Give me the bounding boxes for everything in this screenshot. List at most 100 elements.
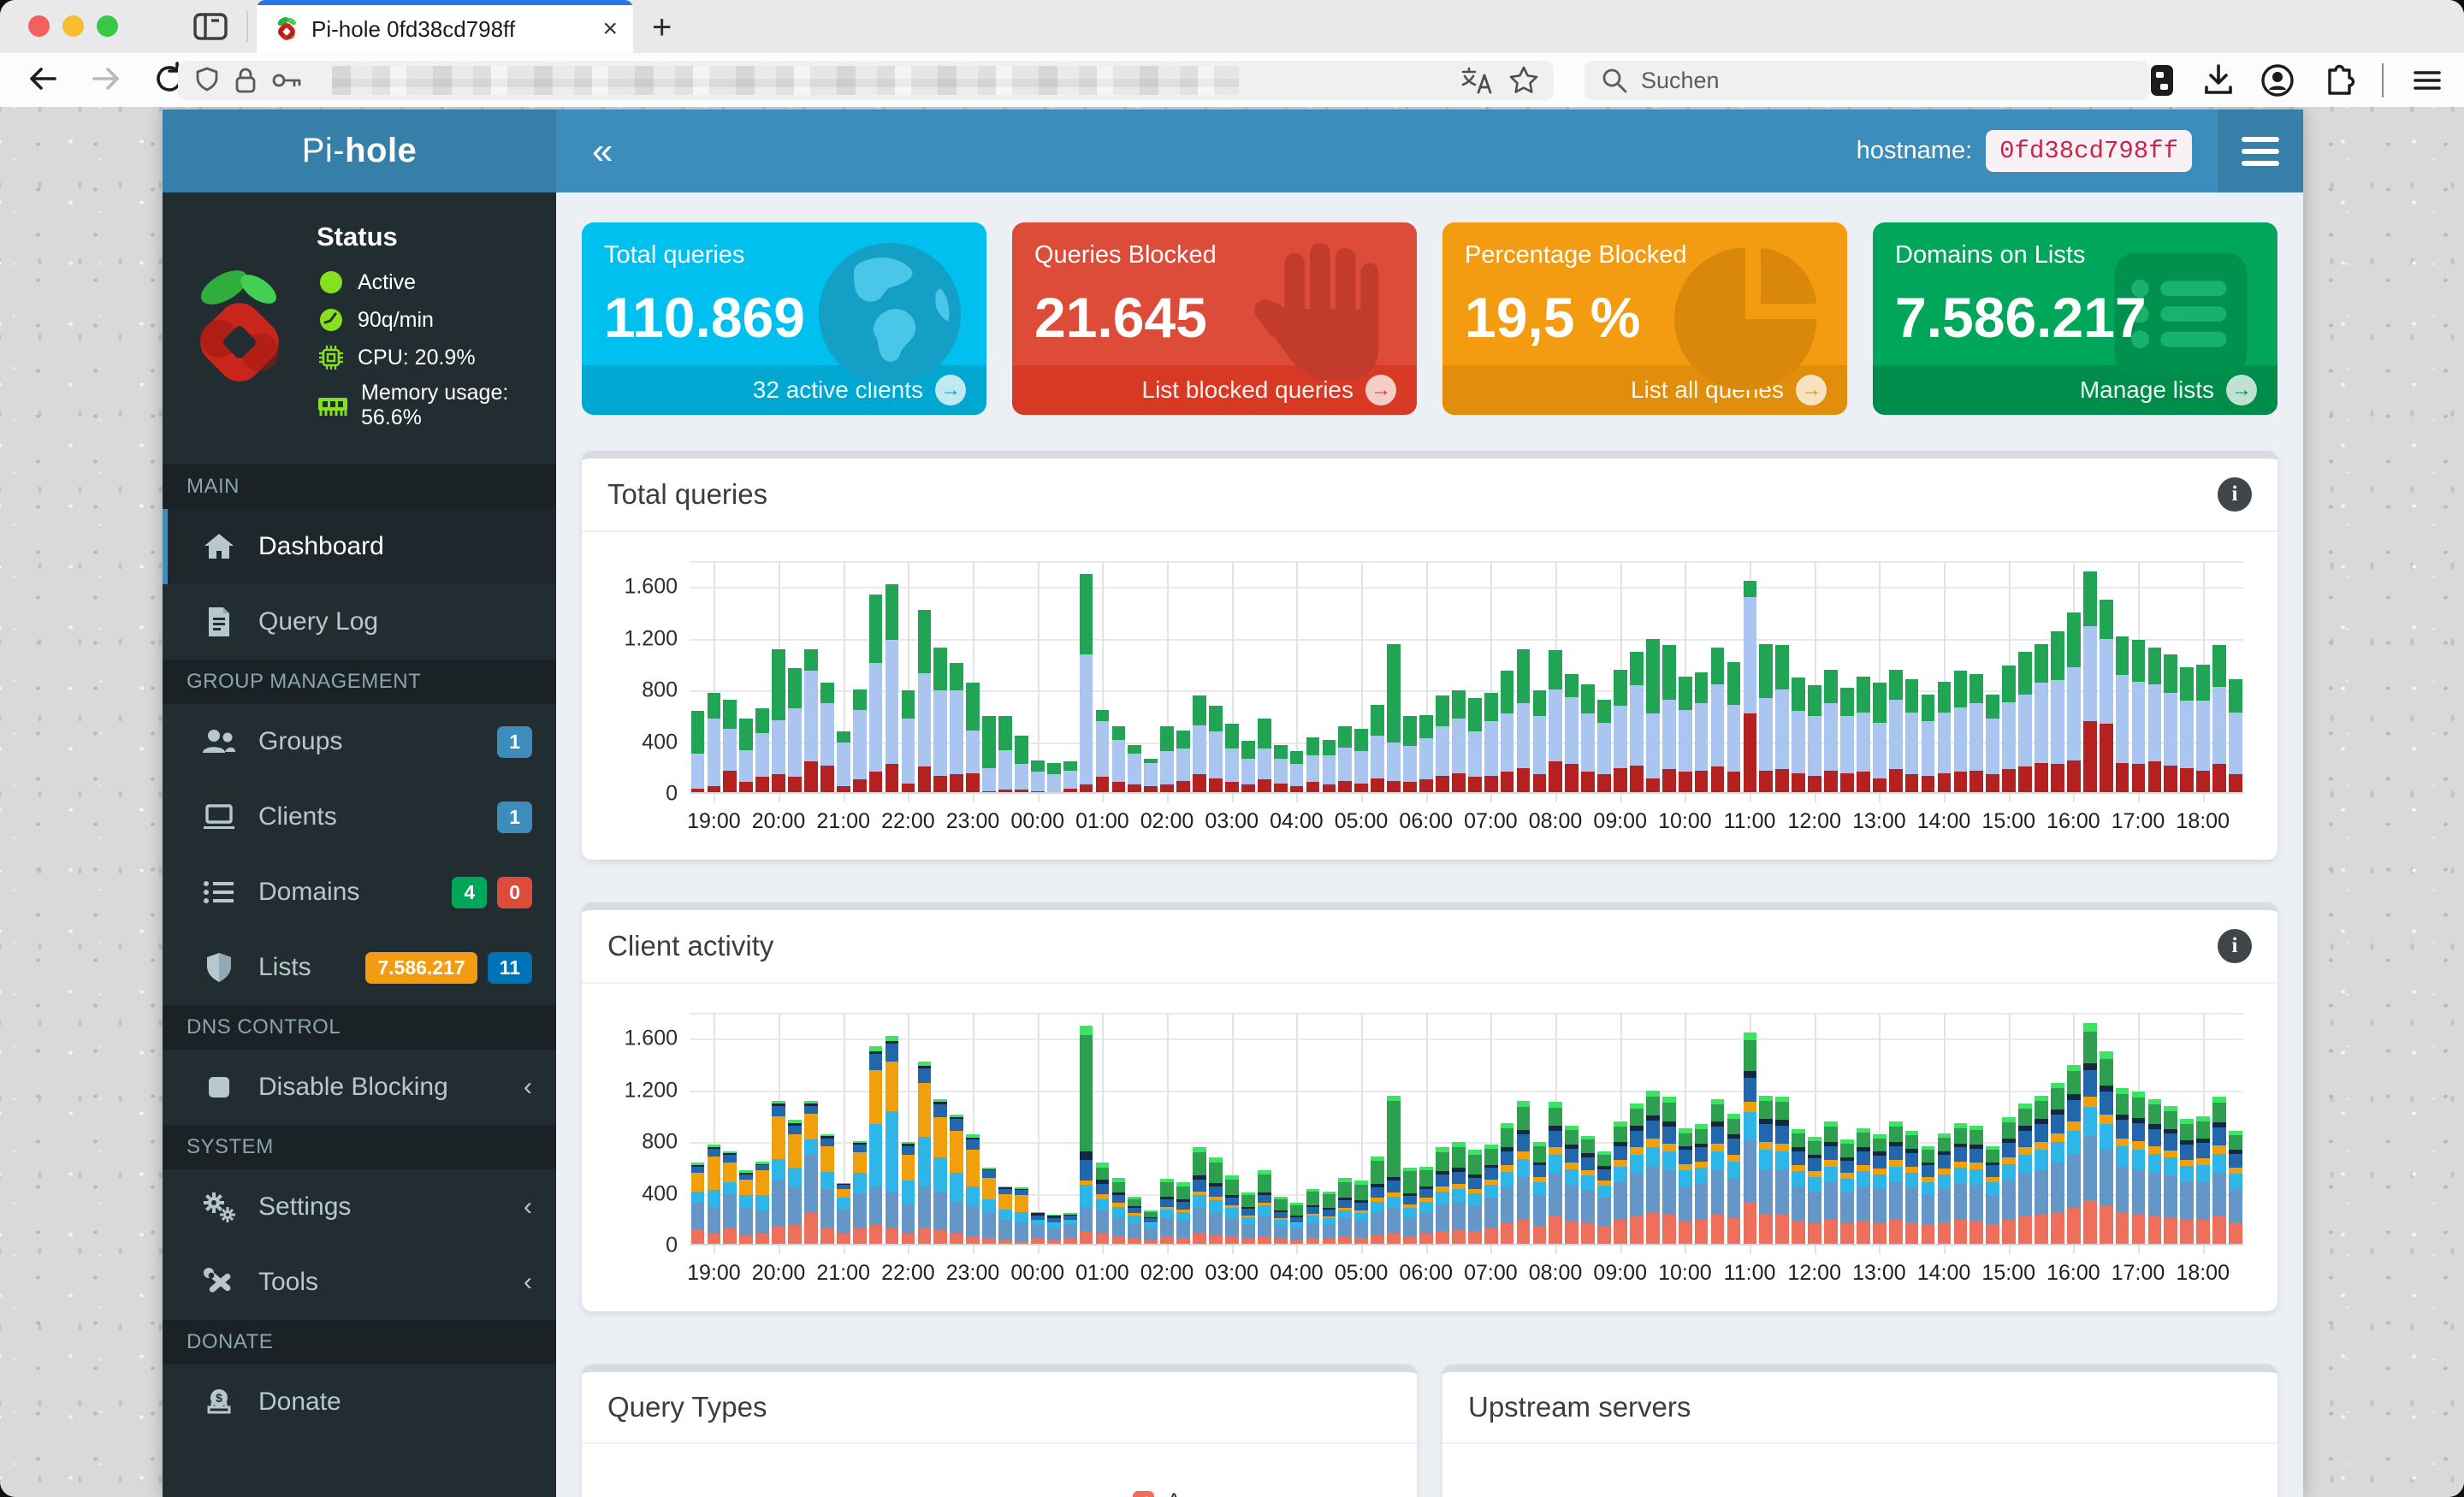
chart-bar[interactable]	[1661, 645, 1677, 794]
chart-bar[interactable]	[1726, 1113, 1742, 1246]
chart-bar[interactable]	[1774, 645, 1791, 794]
chart-bar[interactable]	[1515, 1100, 1531, 1246]
chart-bar[interactable]	[2147, 648, 2163, 794]
chart-bar[interactable]	[1192, 1147, 1208, 1246]
chart-bar[interactable]	[1386, 1095, 1402, 1246]
sidebar-item-clients[interactable]: Clients 1	[163, 779, 556, 855]
chart-bar[interactable]	[1466, 1150, 1483, 1246]
account-icon[interactable]	[2259, 62, 2296, 99]
chart-bar[interactable]	[868, 1046, 884, 1246]
chart-bar[interactable]	[1386, 643, 1402, 794]
chart-bar[interactable]	[1045, 1214, 1062, 1246]
chart-bar[interactable]	[2082, 1023, 2098, 1246]
chart-bar[interactable]	[1223, 724, 1240, 794]
chart-bar[interactable]	[1288, 1203, 1305, 1246]
chart-bar[interactable]	[1644, 1090, 1661, 1246]
chart-bar[interactable]	[1094, 709, 1111, 794]
chart-bar[interactable]	[771, 648, 787, 794]
chart-bar[interactable]	[1515, 648, 1531, 794]
chart-bar[interactable]	[1871, 683, 1887, 794]
chart-bar[interactable]	[1823, 669, 1839, 794]
chart-bar[interactable]	[1855, 676, 1871, 794]
chart-bar[interactable]	[1952, 671, 1969, 794]
chart-bar[interactable]	[2212, 645, 2228, 794]
chart-bar[interactable]	[1223, 1175, 1240, 1246]
chart-bar[interactable]	[1499, 671, 1515, 794]
chart-bar[interactable]	[1143, 759, 1159, 794]
chart-bar[interactable]	[1272, 1196, 1288, 1246]
chart-bar[interactable]	[1466, 698, 1483, 794]
chart-bar[interactable]	[1548, 1102, 1564, 1246]
chart-bar[interactable]	[1111, 726, 1127, 794]
new-tab-button[interactable]: +	[652, 9, 672, 47]
chart-bar[interactable]	[1078, 574, 1094, 794]
chart-bar[interactable]	[1418, 714, 1434, 794]
chart-bar[interactable]	[803, 648, 819, 794]
chart-bar[interactable]	[1596, 1151, 1613, 1246]
chart-bar[interactable]	[1758, 643, 1774, 794]
chart-bar[interactable]	[1192, 695, 1208, 794]
chart-bar[interactable]	[1062, 1213, 1078, 1246]
chart-bar[interactable]	[2001, 666, 2017, 794]
chart-bar[interactable]	[1887, 1121, 1904, 1246]
chart-bar[interactable]	[900, 690, 916, 794]
chart-bar[interactable]	[2147, 1099, 2163, 1246]
chart-bar[interactable]	[1985, 694, 2001, 794]
chart-bar[interactable]	[1029, 1211, 1045, 1246]
url-bar[interactable]	[178, 61, 1554, 100]
chart-bar[interactable]	[755, 708, 771, 794]
chart-bar[interactable]	[1159, 726, 1176, 794]
chart-bar[interactable]	[1176, 730, 1192, 794]
chart-bar[interactable]	[1613, 669, 1629, 794]
chart-bar[interactable]	[1904, 1130, 1920, 1246]
tab-close-icon[interactable]: ×	[602, 16, 618, 42]
chart-bar[interactable]	[1936, 681, 1952, 794]
chart-bar[interactable]	[819, 683, 835, 794]
chart-bar[interactable]	[1256, 1170, 1272, 1246]
sidebar-item-settings[interactable]: Settings ‹	[163, 1169, 556, 1245]
chart-bar[interactable]	[1305, 1188, 1321, 1246]
chart-bar[interactable]	[1062, 761, 1078, 794]
chart-bar[interactable]	[1208, 1157, 1224, 1246]
chart-bar[interactable]	[771, 1100, 787, 1246]
chart-bar[interactable]	[1305, 737, 1321, 794]
macos-window-controls[interactable]	[28, 15, 118, 37]
chart-bar[interactable]	[1353, 729, 1370, 794]
chart-bar[interactable]	[690, 1163, 706, 1246]
minimize-window-button[interactable]	[62, 15, 84, 37]
chart-bar[interactable]	[1111, 1178, 1127, 1246]
downloads-icon[interactable]	[2200, 62, 2236, 99]
chart-bar[interactable]	[1321, 739, 1337, 794]
chart-bar[interactable]	[1969, 1125, 1985, 1246]
chart-bar[interactable]	[851, 689, 868, 794]
password-manager-extension-icon[interactable]	[2146, 62, 2178, 99]
chart-bar[interactable]	[706, 1145, 722, 1246]
chart-bar[interactable]	[1677, 1127, 1693, 1246]
forward-icon[interactable]	[87, 60, 125, 98]
chart-bar[interactable]	[1677, 676, 1693, 794]
chart-bar[interactable]	[1661, 1097, 1677, 1246]
chart-bar[interactable]	[738, 719, 755, 794]
sidebar-item-query-log[interactable]: Query Log	[163, 584, 556, 660]
chart-bar[interactable]	[2163, 1105, 2179, 1246]
chart-bar[interactable]	[965, 1134, 981, 1246]
chart-bar[interactable]	[2017, 1103, 2034, 1246]
chart-bar[interactable]	[1483, 693, 1499, 794]
chart-bar[interactable]	[1402, 716, 1419, 794]
chart-bar[interactable]	[1969, 673, 1985, 794]
lock-icon[interactable]	[231, 65, 260, 96]
chart-bar[interactable]	[1709, 648, 1726, 794]
chart-bar[interactable]	[787, 1120, 803, 1246]
chart-bar[interactable]	[1450, 1142, 1466, 1246]
chart-bar[interactable]	[965, 683, 981, 794]
legend-item-a[interactable]: ✓ A	[1133, 1488, 1182, 1497]
chart-bar[interactable]	[1531, 1142, 1548, 1246]
chart-bar[interactable]	[1483, 1145, 1499, 1246]
chart-bar[interactable]	[933, 648, 949, 794]
chart-bar[interactable]	[1499, 1122, 1515, 1246]
chart-bar[interactable]	[2034, 643, 2050, 794]
chart-bar[interactable]	[1628, 1103, 1644, 1246]
chart-bar[interactable]	[1839, 1139, 1855, 1246]
chart-bar[interactable]	[787, 668, 803, 794]
chart-bar[interactable]	[2017, 651, 2034, 794]
